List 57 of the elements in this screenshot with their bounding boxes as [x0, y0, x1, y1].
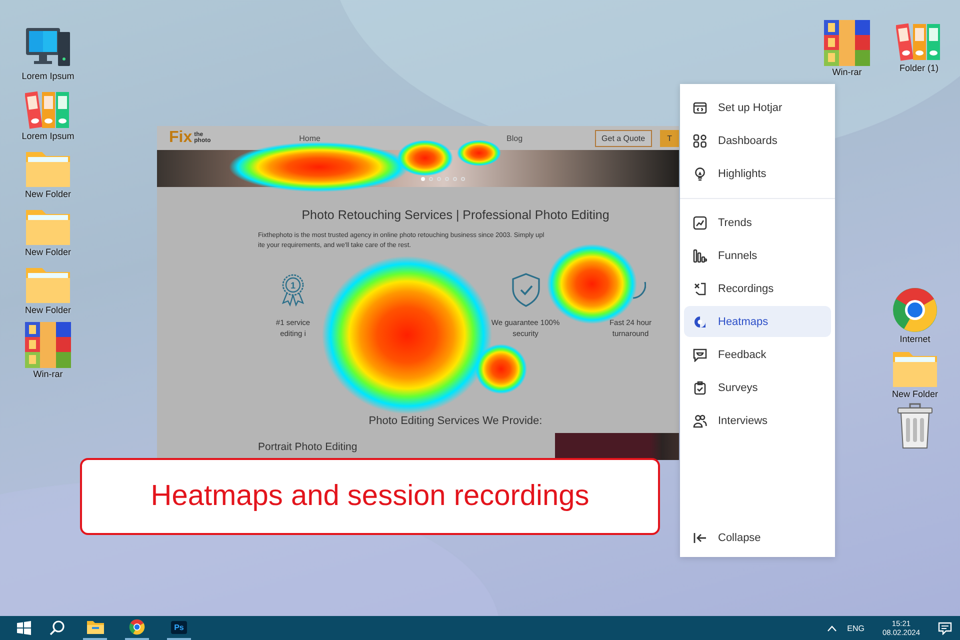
- feedback-icon: [693, 348, 707, 362]
- carousel-dot[interactable]: [429, 177, 433, 181]
- icon-label: Internet: [900, 334, 930, 344]
- icon-label: Lorem Ipsum: [22, 71, 74, 81]
- notification-icon[interactable]: [938, 622, 952, 634]
- menu-item[interactable]: Interviews: [684, 405, 831, 436]
- menu-item[interactable]: Dashboards: [684, 125, 831, 156]
- shield-check-icon: [510, 273, 540, 307]
- archive-icon[interactable]: [824, 20, 870, 66]
- menu-item[interactable]: Heatmaps: [684, 306, 831, 337]
- trend-icon: [693, 216, 707, 230]
- language-indicator[interactable]: ENG: [847, 624, 864, 632]
- page-title: Photo Retouching Services | Professional Photo Editing: [300, 208, 610, 222]
- browser-icon[interactable]: [129, 619, 145, 635]
- collapse-icon: [693, 530, 707, 544]
- people-icon: [693, 414, 707, 428]
- search-icon[interactable]: [49, 620, 65, 636]
- nav-link[interactable]: Home: [299, 134, 320, 142]
- service-title: Portrait Photo Editing: [258, 441, 358, 453]
- bulb-icon: [693, 166, 707, 180]
- archive-icon[interactable]: [25, 322, 71, 368]
- menu-item[interactable]: Feedback: [684, 339, 831, 370]
- carousel-dot[interactable]: [453, 177, 457, 181]
- funnel-icon: [693, 248, 707, 262]
- menu-item[interactable]: Set up Hotjar: [684, 92, 831, 123]
- browser-icon[interactable]: [892, 287, 938, 333]
- menu-item[interactable]: Funnels: [684, 240, 831, 271]
- heatmap-icon: [693, 314, 707, 328]
- caret-up-icon[interactable]: [827, 624, 838, 632]
- nav-link[interactable]: Blog: [506, 134, 523, 142]
- menu-item[interactable]: Recordings: [684, 273, 831, 304]
- menu-item[interactable]: Highlights: [684, 158, 831, 189]
- cut-off-button[interactable]: T: [660, 130, 679, 146]
- icon-label: New Folder: [24, 305, 71, 315]
- caption-text: Heatmaps and session recordings: [150, 480, 590, 513]
- icon-label: Win-rar: [832, 67, 862, 77]
- folder-icon[interactable]: [86, 620, 104, 634]
- recording-icon: [693, 282, 707, 296]
- menu-item[interactable]: Trends: [684, 207, 831, 238]
- carousel-dot[interactable]: [461, 177, 465, 181]
- photoshop-app[interactable]: Ps: [171, 620, 187, 634]
- menu-item[interactable]: Surveys: [684, 372, 831, 403]
- icon-label: New Folder: [24, 247, 71, 257]
- icon-label: Win-rar: [33, 369, 63, 379]
- icon-label: New Folder: [24, 189, 71, 199]
- collapse-button[interactable]: Collapse: [684, 522, 831, 553]
- section-heading: Photo Editing Services We Provide:: [368, 415, 544, 427]
- icon-label: Lorem Ipsum: [22, 131, 74, 141]
- grid-icon: [693, 134, 707, 148]
- survey-icon: [693, 380, 707, 394]
- icon-label: Folder (1): [899, 63, 938, 73]
- trash-icon[interactable]: [897, 403, 933, 449]
- icon-label: New Folder: [892, 389, 938, 399]
- code-icon: [693, 100, 707, 114]
- quote-button[interactable]: Get a Quote: [594, 130, 652, 146]
- start-icon[interactable]: [17, 621, 31, 635]
- arc-icon: [632, 281, 646, 299]
